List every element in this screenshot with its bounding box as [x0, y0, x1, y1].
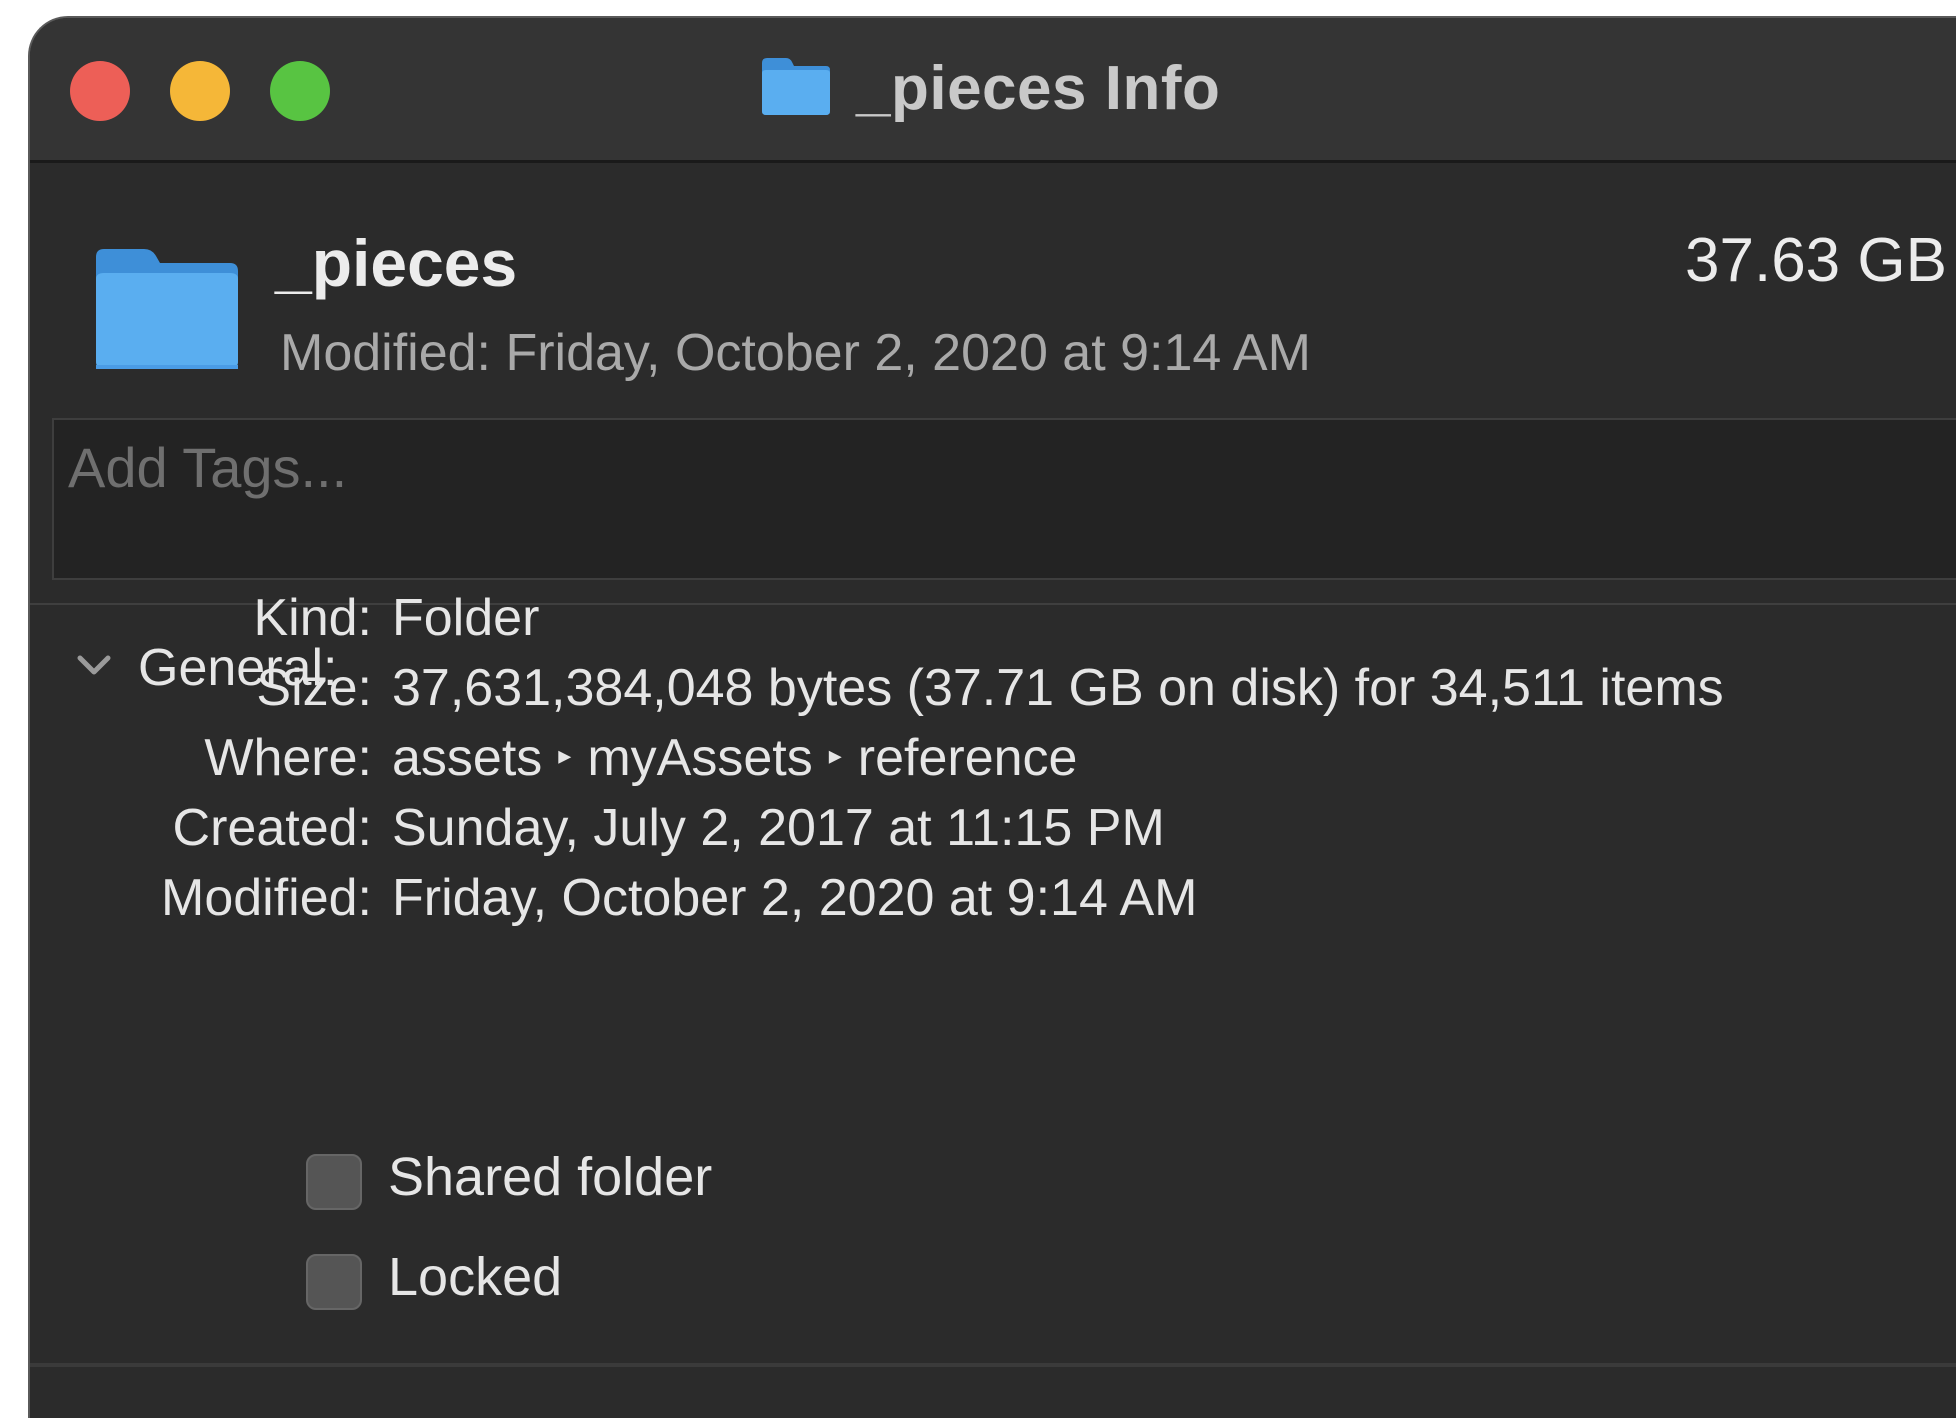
modified-value: Friday, October 2, 2020 at 9:14 AM	[392, 869, 1198, 927]
size-label: Size:	[256, 659, 372, 717]
folder-icon	[760, 55, 832, 122]
created-value: Sunday, July 2, 2017 at 11:15 PM	[392, 799, 1165, 857]
modified-label: Modified:	[161, 869, 372, 927]
path-segment: assets	[392, 729, 543, 787]
shared-folder-checkbox[interactable]	[306, 1154, 362, 1210]
shared-folder-label[interactable]: Shared folder	[388, 1146, 712, 1208]
file-header: _pieces 37.63 GB Modified: Friday, Octob…	[30, 163, 1956, 433]
window-title-group: _pieces Info	[760, 48, 1220, 128]
zoom-button[interactable]	[270, 61, 330, 121]
file-size: 37.63 GB	[1685, 226, 1947, 295]
kind-label: Kind:	[253, 589, 372, 647]
path-arrow-icon: ▸	[828, 739, 842, 770]
window-title: _pieces Info	[856, 53, 1221, 123]
path-segment: myAssets	[587, 729, 813, 787]
locked-checkbox[interactable]	[306, 1254, 362, 1310]
locked-label[interactable]: Locked	[388, 1246, 562, 1308]
title-bar[interactable]: _pieces Info	[30, 18, 1956, 163]
close-button[interactable]	[70, 61, 130, 121]
divider	[30, 1363, 1956, 1367]
path-arrow-icon: ▸	[558, 739, 572, 770]
tags-input[interactable]	[66, 426, 1870, 508]
path-segment: reference	[857, 729, 1078, 787]
where-path: assets ▸ myAssets ▸ reference	[392, 728, 1077, 788]
modified-summary: Modified: Friday, October 2, 2020 at 9:1…	[280, 324, 1311, 382]
folder-icon	[92, 243, 242, 378]
created-label: Created:	[172, 799, 372, 857]
minimize-button[interactable]	[170, 61, 230, 121]
file-name: _pieces	[275, 226, 518, 300]
where-label: Where:	[204, 729, 372, 787]
size-value: 37,631,384,048 bytes (37.71 GB on disk) …	[392, 659, 1724, 717]
info-window: _pieces Info _pieces 37.63 GB Modified: …	[28, 16, 1956, 1418]
kind-value: Folder	[392, 589, 540, 647]
tags-field-container	[52, 418, 1956, 580]
